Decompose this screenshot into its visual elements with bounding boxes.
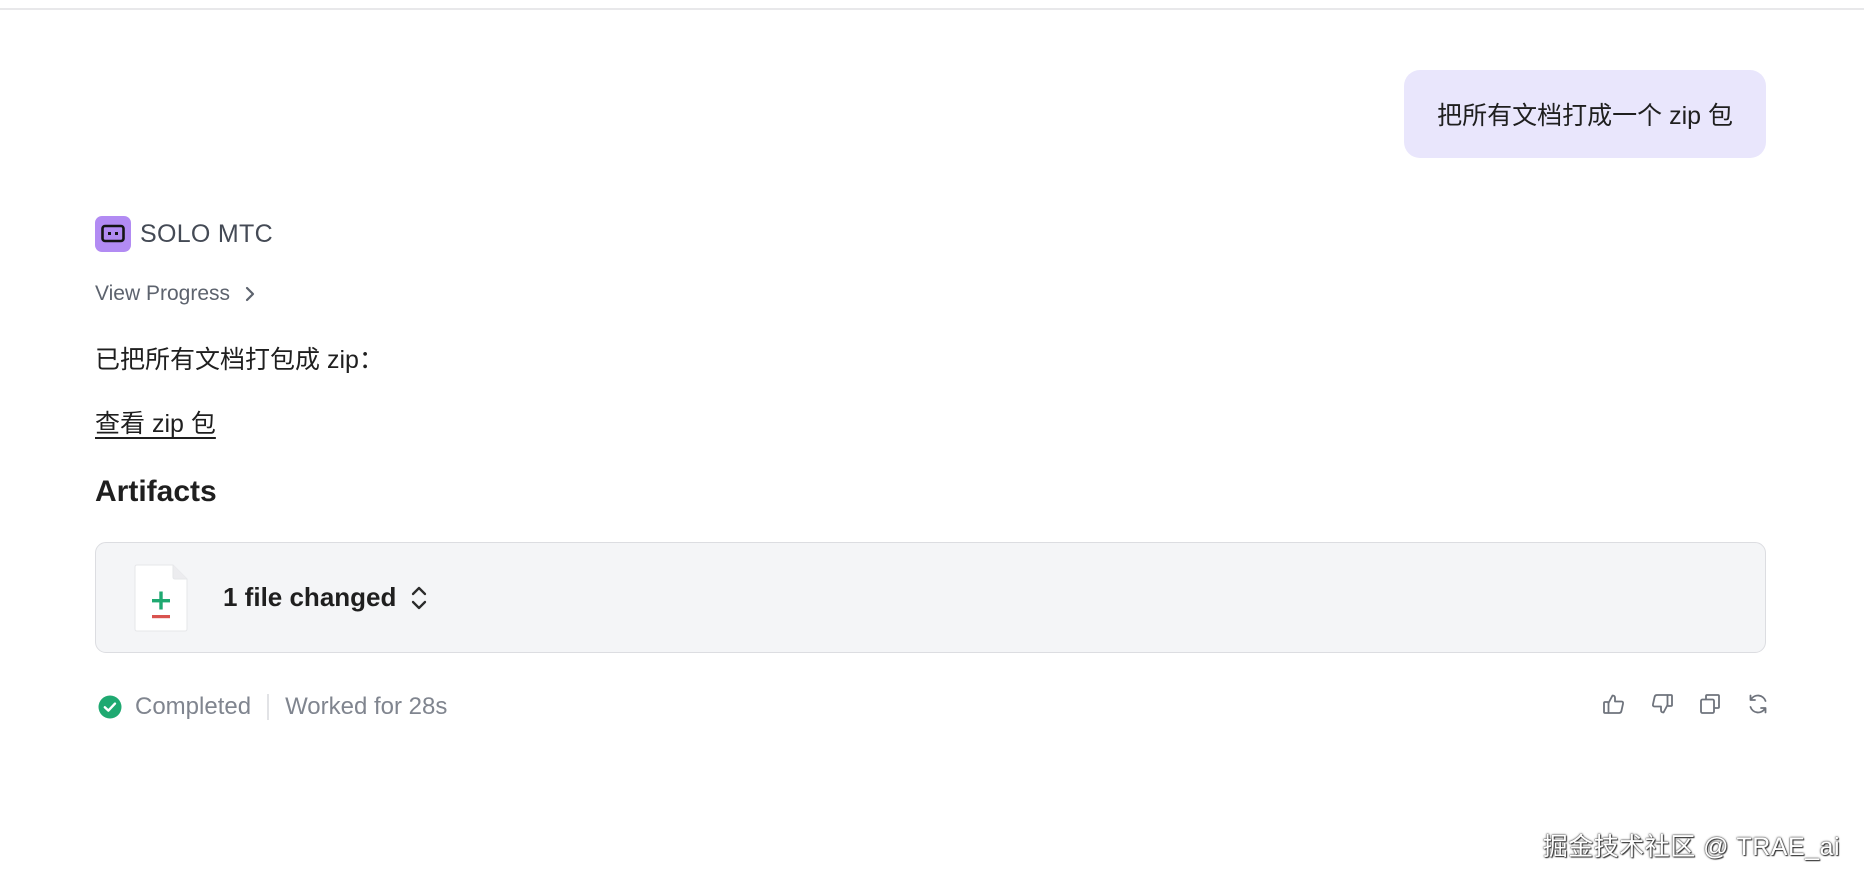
worked-duration: Worked for 28s (285, 693, 448, 720)
files-changed-label: 1 file changed (223, 582, 397, 612)
refresh-icon[interactable] (1746, 692, 1770, 716)
user-message-text: 把所有文档打成一个 zip 包 (1437, 102, 1733, 130)
check-circle-icon (98, 695, 122, 719)
copy-icon[interactable] (1698, 692, 1722, 716)
completed-status: Completed (135, 693, 252, 720)
chat-page: 把所有文档打成一个 zip 包 SOLO MTC View Progress 已… (0, 0, 1864, 882)
file-diff-icon (133, 563, 189, 633)
watermark: 掘金技术社区 @ TRAE_ai (1542, 833, 1840, 861)
assistant-header: SOLO MTC (95, 216, 273, 252)
view-progress-label: View Progress (95, 282, 231, 305)
message-actions (1602, 692, 1770, 716)
artifacts-heading: Artifacts (95, 475, 217, 508)
agent-name: SOLO MTC (140, 219, 273, 248)
thumbs-down-icon[interactable] (1650, 692, 1674, 716)
view-zip-link[interactable]: 查看 zip 包 (95, 404, 216, 440)
user-message-bubble: 把所有文档打成一个 zip 包 (1404, 70, 1766, 158)
top-divider (0, 8, 1864, 10)
status-row: Completed Worked for 28s (98, 690, 447, 724)
response-text: 已把所有文档打包成 zip： (95, 346, 384, 374)
robot-icon (95, 216, 131, 252)
artifact-card[interactable]: 1 file changed (95, 542, 1766, 653)
thumbs-up-icon[interactable] (1602, 692, 1626, 716)
status-divider (267, 694, 270, 720)
chevron-up-down-icon[interactable] (410, 584, 428, 612)
chevron-right-icon (244, 285, 256, 303)
view-progress-link[interactable]: View Progress (95, 282, 256, 306)
